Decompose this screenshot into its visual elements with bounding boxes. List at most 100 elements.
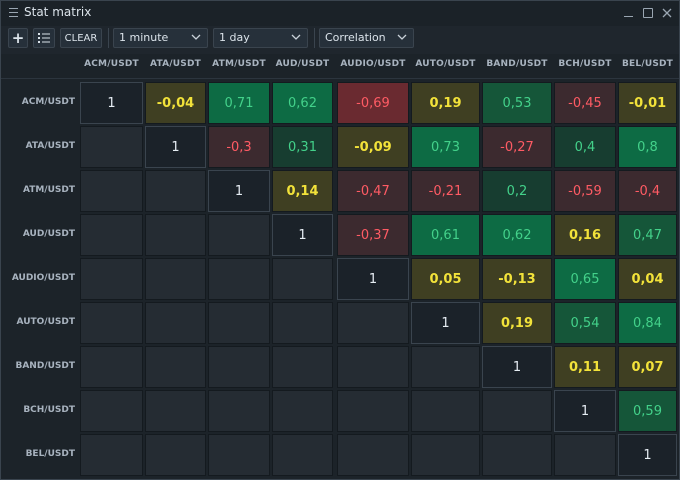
matrix-cell[interactable]: -0,13 [482, 258, 552, 300]
toolbar: + CLEAR 1 minute 1 day Correlation [1, 28, 679, 52]
matrix-cell[interactable]: -0,27 [482, 126, 552, 168]
matrix-cell-empty [208, 346, 270, 388]
matrix-cell[interactable]: 0,19 [482, 302, 552, 344]
interval-value: 1 minute [119, 31, 169, 44]
matrix-cell[interactable]: 0,62 [272, 82, 333, 124]
row-header: ATA/USDT [25, 141, 75, 151]
matrix-cell[interactable]: 0,84 [618, 302, 677, 344]
matrix-cell-empty [482, 434, 552, 476]
matrix-cell-empty [145, 214, 206, 256]
matrix-cell-empty [411, 390, 480, 432]
matrix-cell[interactable]: 0,8 [618, 126, 677, 168]
matrix-cell-empty [145, 170, 206, 212]
correlation-matrix: ACM/USDT ATA/USDT ATM/USDT AUD/USDT AUDIO/US… [1, 54, 679, 479]
matrix-cell[interactable]: 0,4 [554, 126, 616, 168]
interval-select[interactable]: 1 minute [113, 28, 208, 48]
matrix-cell[interactable]: -0,09 [337, 126, 409, 168]
matrix-cell[interactable]: -0,59 [554, 170, 616, 212]
hamburger-menu-icon[interactable] [9, 8, 18, 17]
matrix-cell-empty [145, 390, 206, 432]
close-icon[interactable] [661, 7, 673, 19]
metric-value: Correlation [325, 31, 386, 44]
matrix-cell[interactable]: 0,07 [618, 346, 677, 388]
matrix-cell[interactable]: 0,04 [618, 258, 677, 300]
matrix-cell-empty [272, 258, 333, 300]
matrix-cell[interactable]: 0,11 [554, 346, 616, 388]
matrix-cell[interactable]: 0,62 [482, 214, 552, 256]
column-header: BAND/USDT [486, 59, 548, 69]
matrix-cell[interactable]: -0,69 [337, 82, 409, 124]
matrix-cell-empty [80, 258, 143, 300]
row-header: BAND/USDT [15, 361, 75, 371]
matrix-cell-empty [272, 390, 333, 432]
chevron-down-icon [191, 34, 201, 40]
column-header: AUTO/USDT [415, 59, 476, 69]
matrix-cell-diagonal[interactable]: 1 [80, 82, 143, 124]
matrix-cell[interactable]: 0,2 [482, 170, 552, 212]
matrix-cell-empty [272, 434, 333, 476]
matrix-cell[interactable]: 0,16 [554, 214, 616, 256]
title-bar: Stat matrix [1, 1, 679, 26]
matrix-cell-diagonal[interactable]: 1 [411, 302, 480, 344]
minimize-icon[interactable] [623, 7, 635, 19]
row-header: ACM/USDT [21, 97, 75, 107]
row-header: BEL/USDT [25, 449, 75, 459]
matrix-cell[interactable]: 0,71 [208, 82, 270, 124]
matrix-cell[interactable]: -0,21 [411, 170, 480, 212]
metric-select[interactable]: Correlation [319, 28, 414, 48]
matrix-cell[interactable]: 0,05 [411, 258, 480, 300]
matrix-cell[interactable]: 0,59 [618, 390, 677, 432]
add-button[interactable]: + [8, 28, 28, 48]
matrix-cell-empty [272, 346, 333, 388]
matrix-cell[interactable]: -0,3 [208, 126, 270, 168]
matrix-cell-diagonal[interactable]: 1 [337, 258, 409, 300]
matrix-cell-empty [80, 390, 143, 432]
matrix-cell[interactable]: 0,61 [411, 214, 480, 256]
list-icon [38, 33, 50, 43]
matrix-cell-empty [554, 434, 616, 476]
row-header: BCH/USDT [23, 405, 75, 415]
matrix-cell[interactable]: 0,19 [411, 82, 480, 124]
matrix-cell-empty [208, 214, 270, 256]
matrix-cell-empty [337, 434, 409, 476]
row-header: ATM/USDT [22, 185, 75, 195]
maximize-icon[interactable] [642, 7, 654, 19]
matrix-cell-empty [80, 434, 143, 476]
matrix-cell-empty [145, 346, 206, 388]
matrix-cell[interactable]: 0,53 [482, 82, 552, 124]
toolbar-divider [108, 28, 109, 48]
column-header: AUDIO/USDT [340, 59, 406, 69]
matrix-cell-diagonal[interactable]: 1 [208, 170, 270, 212]
clear-button[interactable]: CLEAR [60, 28, 102, 48]
matrix-cell-diagonal[interactable]: 1 [272, 214, 333, 256]
matrix-cell-empty [145, 258, 206, 300]
matrix-cell-diagonal[interactable]: 1 [554, 390, 616, 432]
list-settings-button[interactable] [33, 28, 55, 48]
matrix-cell[interactable]: -0,47 [337, 170, 409, 212]
column-header: ATA/USDT [150, 59, 201, 69]
matrix-cell[interactable]: -0,04 [145, 82, 206, 124]
matrix-cell[interactable]: -0,01 [618, 82, 677, 124]
matrix-cell-diagonal[interactable]: 1 [618, 434, 677, 476]
column-header: ACM/USDT [84, 59, 139, 69]
column-header: BCH/USDT [558, 59, 612, 69]
matrix-cell[interactable]: 0,14 [272, 170, 333, 212]
matrix-cell-empty [337, 346, 409, 388]
matrix-cell-diagonal[interactable]: 1 [482, 346, 552, 388]
matrix-cell-empty [80, 126, 143, 168]
matrix-cell[interactable]: 0,73 [411, 126, 480, 168]
matrix-cell[interactable]: 0,54 [554, 302, 616, 344]
column-header: ATM/USDT [212, 59, 266, 69]
matrix-cell[interactable]: 0,31 [272, 126, 333, 168]
matrix-cell[interactable]: -0,4 [618, 170, 677, 212]
row-header: AUDIO/USDT [11, 273, 75, 283]
row-header: AUD/USDT [22, 229, 75, 239]
period-select[interactable]: 1 day [213, 28, 308, 48]
toolbar-divider [314, 28, 315, 48]
matrix-cell-empty [411, 434, 480, 476]
matrix-cell[interactable]: 0,65 [554, 258, 616, 300]
matrix-cell[interactable]: 0,47 [618, 214, 677, 256]
matrix-cell[interactable]: -0,37 [337, 214, 409, 256]
matrix-cell-diagonal[interactable]: 1 [145, 126, 206, 168]
matrix-cell[interactable]: -0,45 [554, 82, 616, 124]
